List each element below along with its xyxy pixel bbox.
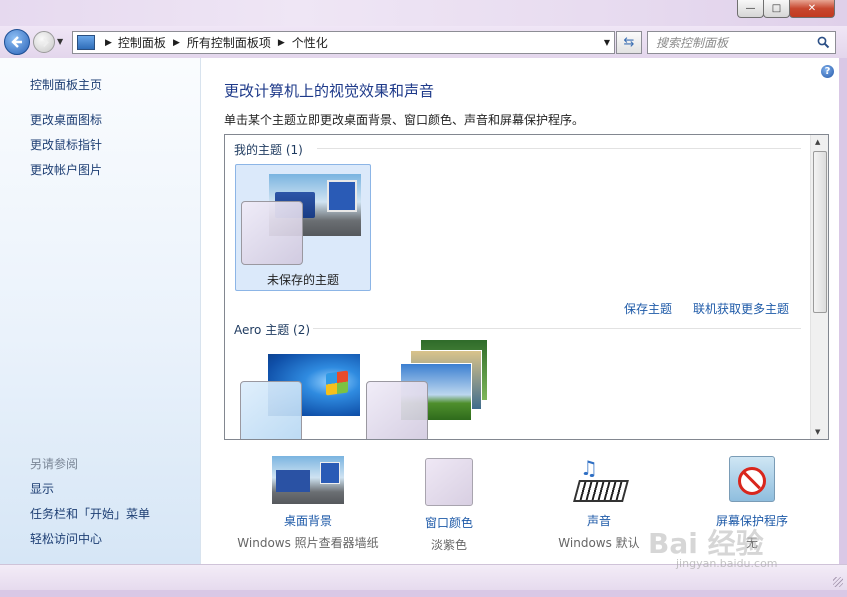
page-title: 更改计算机上的视觉效果和声音 (224, 82, 435, 100)
my-themes-group-label: 我的主题 (1) (234, 143, 303, 157)
navigation-bar: ▼ ▶ 控制面板 ▶ 所有控制面板项 ▶ 个性化 ▼ ⇆ 搜索控制面板 (0, 26, 847, 58)
theme-list: 我的主题 (1) 未保存的主题 保存主题 联机获取更多主题 Aero 主题 (2… (224, 134, 829, 440)
save-theme-link[interactable]: 保存主题 (624, 300, 672, 317)
control-panel-icon (77, 35, 95, 50)
divider (313, 328, 801, 329)
sound-setting[interactable]: ♫ 声音 Windows 默认 (549, 456, 649, 551)
taskbar-start-menu-link[interactable]: 任务栏和「开始」菜单 (30, 505, 150, 522)
left-sidebar: 控制面板主页 更改桌面图标 更改鼠标指针 更改帐户图片 另请参阅 显示 任务栏和… (0, 58, 201, 564)
wallpaper-icon (272, 456, 344, 504)
close-button[interactable]: ✕ (789, 0, 835, 18)
change-account-picture-link[interactable]: 更改帐户图片 (30, 161, 102, 178)
help-icon[interactable]: ? (821, 65, 834, 78)
main-content: ? 更改计算机上的视觉效果和声音 单击某个主题立即更改桌面背景、窗口颜色、声音和… (201, 58, 839, 564)
scroll-down-arrow-icon[interactable]: ▼ (815, 428, 820, 436)
address-dropdown-icon[interactable]: ▼ (604, 38, 610, 47)
minimize-button[interactable]: — (737, 0, 764, 18)
display-link[interactable]: 显示 (30, 480, 54, 497)
billboard-icon (327, 180, 357, 212)
window-color-label: 窗口颜色 (424, 516, 473, 530)
arrow-right-icon (40, 37, 49, 47)
address-bar[interactable]: ▶ 控制面板 ▶ 所有控制面板项 ▶ 个性化 ▼ (72, 31, 615, 54)
ease-of-access-link[interactable]: 轻松访问中心 (30, 530, 102, 547)
windows-7-theme-tile[interactable] (235, 345, 369, 439)
screensaver-icon (729, 456, 775, 502)
search-placeholder: 搜索控制面板 (656, 36, 729, 50)
get-more-themes-link[interactable]: 联机获取更多主题 (693, 300, 789, 317)
window-color-swatch (241, 201, 303, 265)
breadcrumb-personalization[interactable]: 个性化 (292, 34, 328, 51)
theme-list-scrollbar[interactable]: ▲ ▼ (810, 135, 828, 439)
breadcrumb-separator-icon[interactable]: ▶ (105, 38, 112, 48)
breadcrumb-control-panel[interactable]: 控制面板 (118, 34, 166, 51)
aero-themes-group-label: Aero 主题 (2) (234, 323, 311, 337)
sound-value: Windows 默认 (558, 536, 640, 550)
landscapes-theme-tile[interactable] (366, 339, 509, 439)
breadcrumb-separator-icon[interactable]: ▶ (278, 38, 285, 48)
unsaved-theme-label: 未保存的主题 (266, 273, 339, 287)
divider (317, 148, 801, 149)
desktop-background-setting[interactable]: 桌面背景 Windows 照片查看器墙纸 (225, 456, 391, 551)
refresh-button[interactable]: ⇆ (616, 31, 642, 54)
music-note-icon: ♫ (580, 456, 598, 480)
billboard-icon (320, 462, 340, 484)
search-icon[interactable] (817, 36, 830, 49)
window-color-setting[interactable]: 窗口颜色 淡紫色 (399, 458, 499, 553)
scroll-up-arrow-icon[interactable]: ▲ (815, 138, 820, 146)
title-bar: — □ ✕ (0, 0, 847, 26)
change-desktop-icons-link[interactable]: 更改桌面图标 (30, 111, 102, 128)
window-color-icon (425, 458, 473, 506)
baidu-watermark: Bai 经验 (648, 527, 764, 560)
windows-logo-icon (326, 370, 348, 396)
see-also-title: 另请参阅 (30, 457, 79, 471)
recent-pages-dropdown[interactable]: ▼ (57, 37, 63, 46)
piano-keys-icon (573, 480, 629, 502)
sound-icon: ♫ (572, 456, 629, 504)
search-input[interactable]: 搜索控制面板 (647, 31, 836, 54)
unsaved-theme-tile[interactable]: 未保存的主题 (235, 164, 371, 291)
forward-button[interactable] (33, 31, 55, 53)
window-color-swatch (366, 381, 428, 439)
window-color-swatch (240, 381, 302, 439)
desktop-background-value: Windows 照片查看器墙纸 (237, 536, 379, 550)
baidu-watermark-url: jingyan.baidu.com (676, 557, 778, 570)
refresh-icon: ⇆ (623, 35, 635, 50)
truck-icon (276, 470, 310, 492)
page-description: 单击某个主题立即更改桌面背景、窗口颜色、声音和屏幕保护程序。 (224, 113, 585, 127)
change-mouse-pointers-link[interactable]: 更改鼠标指针 (30, 136, 102, 153)
scrollbar-thumb[interactable] (813, 151, 827, 313)
breadcrumb-separator-icon[interactable]: ▶ (173, 38, 180, 48)
window-color-value: 淡紫色 (430, 538, 467, 552)
sound-label: 声音 (586, 514, 611, 528)
breadcrumb-all-items[interactable]: 所有控制面板项 (187, 34, 271, 51)
back-button[interactable] (4, 29, 30, 55)
maximize-button[interactable]: □ (763, 0, 790, 18)
arrow-left-icon (11, 36, 22, 48)
control-panel-home-link[interactable]: 控制面板主页 (30, 76, 102, 93)
desktop-background-label: 桌面背景 (283, 514, 332, 528)
resize-grip-icon[interactable] (833, 577, 843, 587)
